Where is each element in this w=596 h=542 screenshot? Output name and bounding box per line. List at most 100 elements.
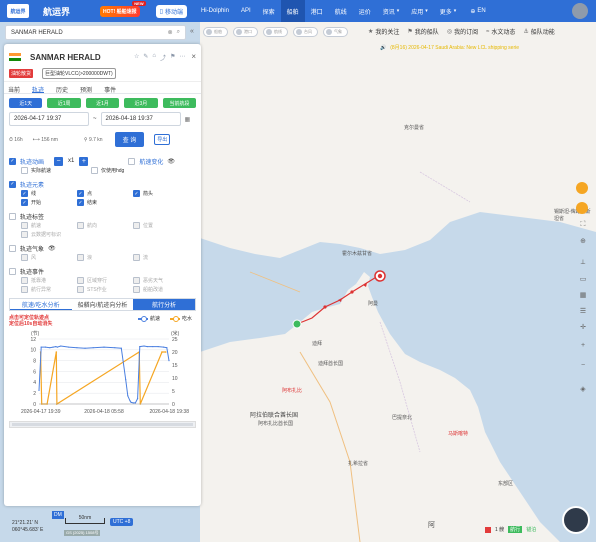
speed-draft-chart[interactable]: 点击可定位轨迹点 定位后10s自动消失 航速 吃水 (节) (米) 0 2 4 6 8 10 1… xyxy=(9,311,196,421)
animation-checkbox[interactable]: ✓ xyxy=(9,157,16,165)
layers-icon[interactable]: ☰ xyxy=(578,306,588,316)
track-start-marker[interactable] xyxy=(292,319,302,329)
tab-heading-course[interactable]: 船艏向/航迹向分析 xyxy=(72,299,134,310)
line-checkbox[interactable]: ✓ xyxy=(21,190,28,197)
share-icon[interactable]: ⤴ xyxy=(160,53,166,62)
toggle-typhoon[interactable]: 台风 xyxy=(293,27,318,37)
nav-item-ships[interactable]: 船舶 xyxy=(280,0,305,22)
nav-item-routes[interactable]: 航线 xyxy=(329,0,353,22)
date-from-input[interactable]: 2026-04-17 19:37 xyxy=(9,112,89,126)
tag-icon[interactable]: ⌂ xyxy=(152,53,156,62)
toggle-ports[interactable]: 港口 xyxy=(233,27,258,37)
port-call-checkbox[interactable] xyxy=(21,277,28,284)
search-value[interactable]: SANMAR HERALD xyxy=(11,30,164,36)
my-subscribe-link[interactable]: ◎ 我的订阅 xyxy=(447,27,478,36)
speed-label-checkbox[interactable] xyxy=(21,222,28,229)
zoom-in-icon[interactable]: + xyxy=(578,340,588,350)
chart-zoom-slider[interactable] xyxy=(9,421,196,428)
hydrology-link[interactable]: ≈ 水文动态 xyxy=(486,27,515,37)
point-checkbox[interactable]: ✓ xyxy=(77,190,84,197)
hdg-only-checkbox[interactable] xyxy=(91,167,98,174)
toggle-ships[interactable]: 船舶 xyxy=(203,27,228,37)
position-label-checkbox[interactable] xyxy=(133,222,140,229)
speed-decrease-button[interactable]: − xyxy=(54,156,64,166)
date-to-input[interactable]: 2026-04-18 19:37 xyxy=(100,112,181,126)
tab-events[interactable]: 事件 xyxy=(104,82,116,94)
calendar-icon[interactable]: ▦ xyxy=(185,116,191,123)
tab-current[interactable]: 当前 xyxy=(8,82,20,94)
star-icon[interactable]: ☆ xyxy=(134,53,139,62)
range-3m-button[interactable]: 近3月 xyxy=(124,98,158,108)
anomaly-checkbox[interactable] xyxy=(21,286,28,293)
my-follow-link[interactable]: ★ 我的关注 xyxy=(368,27,399,36)
nav-item-more[interactable]: 更多 xyxy=(434,0,463,22)
query-button[interactable]: 查 询 xyxy=(114,132,145,147)
nav-item-apps[interactable]: 应用 xyxy=(405,0,434,22)
range-1d-button[interactable]: 近1天 xyxy=(9,98,43,108)
nav-item-ports[interactable]: 港口 xyxy=(305,0,329,22)
range-1w-button[interactable]: 近1周 xyxy=(47,98,81,108)
zoom-out-icon[interactable]: − xyxy=(578,360,588,370)
nav-item-news[interactable]: 资讯 xyxy=(377,0,406,22)
flag-icon[interactable]: ⚑ xyxy=(170,53,175,62)
clear-icon[interactable]: ⊗ xyxy=(168,29,173,36)
nav-item-explore[interactable]: 探索 xyxy=(257,0,281,22)
basemap-icon[interactable]: ◈ xyxy=(578,384,588,394)
eye-icon[interactable]: 👁 xyxy=(167,158,175,165)
utc-badge[interactable]: UTC +8 xyxy=(110,518,134,526)
bad-weather-checkbox[interactable] xyxy=(133,277,140,284)
tab-track[interactable]: 轨迹 xyxy=(32,82,45,94)
locate-icon[interactable]: ⊕ xyxy=(578,236,588,246)
tab-voyage-analysis[interactable]: 航行分析 xyxy=(133,299,196,310)
notice-ticker[interactable]: 🔊 (8月16) 2026-04-17 Saudi Arabia: New LC… xyxy=(380,44,519,52)
current-checkbox[interactable] xyxy=(133,254,140,261)
elements-checkbox[interactable]: ✓ xyxy=(9,180,16,188)
edit-icon[interactable]: ✎ xyxy=(143,53,148,62)
speed-change-checkbox[interactable] xyxy=(128,157,136,165)
brand-title[interactable]: 航运界 xyxy=(43,5,70,18)
diversion-checkbox[interactable] xyxy=(133,286,140,293)
ship-search-input[interactable]: SANMAR HERALD ⊗ ⌕ xyxy=(5,25,186,40)
user-avatar[interactable] xyxy=(572,3,588,19)
course-label-checkbox[interactable] xyxy=(77,222,84,229)
area-icon[interactable]: ▭ xyxy=(578,274,588,284)
crosshair-icon[interactable]: ✛ xyxy=(578,322,588,332)
chart-plot[interactable]: (节) (米)02468101205101520252026-04-17 19:3… xyxy=(9,311,196,421)
grid-icon[interactable]: ▦ xyxy=(578,290,588,300)
nav-item-hi-dolphin[interactable]: Hi-Dolphin xyxy=(195,0,235,22)
language-switch[interactable]: ⊕ EN xyxy=(470,8,485,15)
hot-news-badge[interactable]: HOT! 船舶速报 NEW xyxy=(100,0,146,17)
nav-item-api[interactable]: API xyxy=(235,0,257,22)
range-1m-button[interactable]: 近1月 xyxy=(85,98,120,108)
arrow-checkbox[interactable]: ✓ xyxy=(133,190,140,197)
sts-checkbox[interactable] xyxy=(77,286,84,293)
cloud-label-checkbox[interactable] xyxy=(21,231,28,238)
mobile-button[interactable]: ▯ 移动端 xyxy=(155,4,187,18)
tab-history[interactable]: 历史 xyxy=(56,82,68,94)
export-button[interactable]: 导出 xyxy=(154,134,171,145)
wind-checkbox[interactable] xyxy=(21,254,28,261)
range-voyage-button[interactable]: 当前航段 xyxy=(162,98,197,108)
toggle-routes[interactable]: 航线 xyxy=(263,27,288,37)
logo[interactable]: 航运界 xyxy=(7,4,29,18)
search-icon[interactable]: ⌕ xyxy=(177,29,180,36)
events-checkbox[interactable] xyxy=(9,267,16,275)
end-checkbox[interactable]: ✓ xyxy=(77,199,84,206)
collapse-panel-icon[interactable]: « xyxy=(190,28,194,35)
close-icon[interactable]: × xyxy=(191,52,196,61)
nav-item-freight[interactable]: 运价 xyxy=(353,0,377,22)
weather-icon[interactable] xyxy=(576,182,588,194)
area-transit-checkbox[interactable] xyxy=(77,277,84,284)
weather-checkbox[interactable] xyxy=(9,244,16,252)
fullscreen-icon[interactable]: ⛶ xyxy=(578,220,588,230)
labels-checkbox[interactable] xyxy=(9,212,16,220)
my-fleet-link[interactable]: ⚑ 我的船队 xyxy=(407,27,438,36)
fleet-power-link[interactable]: ⚓ 船队动能 xyxy=(523,27,554,36)
eye-icon[interactable]: 👁 xyxy=(48,245,56,252)
wave-checkbox[interactable] xyxy=(77,254,84,261)
measure-icon[interactable]: ⟂ xyxy=(578,258,588,268)
speed-increase-button[interactable]: + xyxy=(79,156,89,166)
tab-forecast[interactable]: 预测 xyxy=(80,82,92,94)
start-checkbox[interactable]: ✓ xyxy=(21,199,28,206)
assistant-mascot-icon[interactable] xyxy=(562,506,590,534)
